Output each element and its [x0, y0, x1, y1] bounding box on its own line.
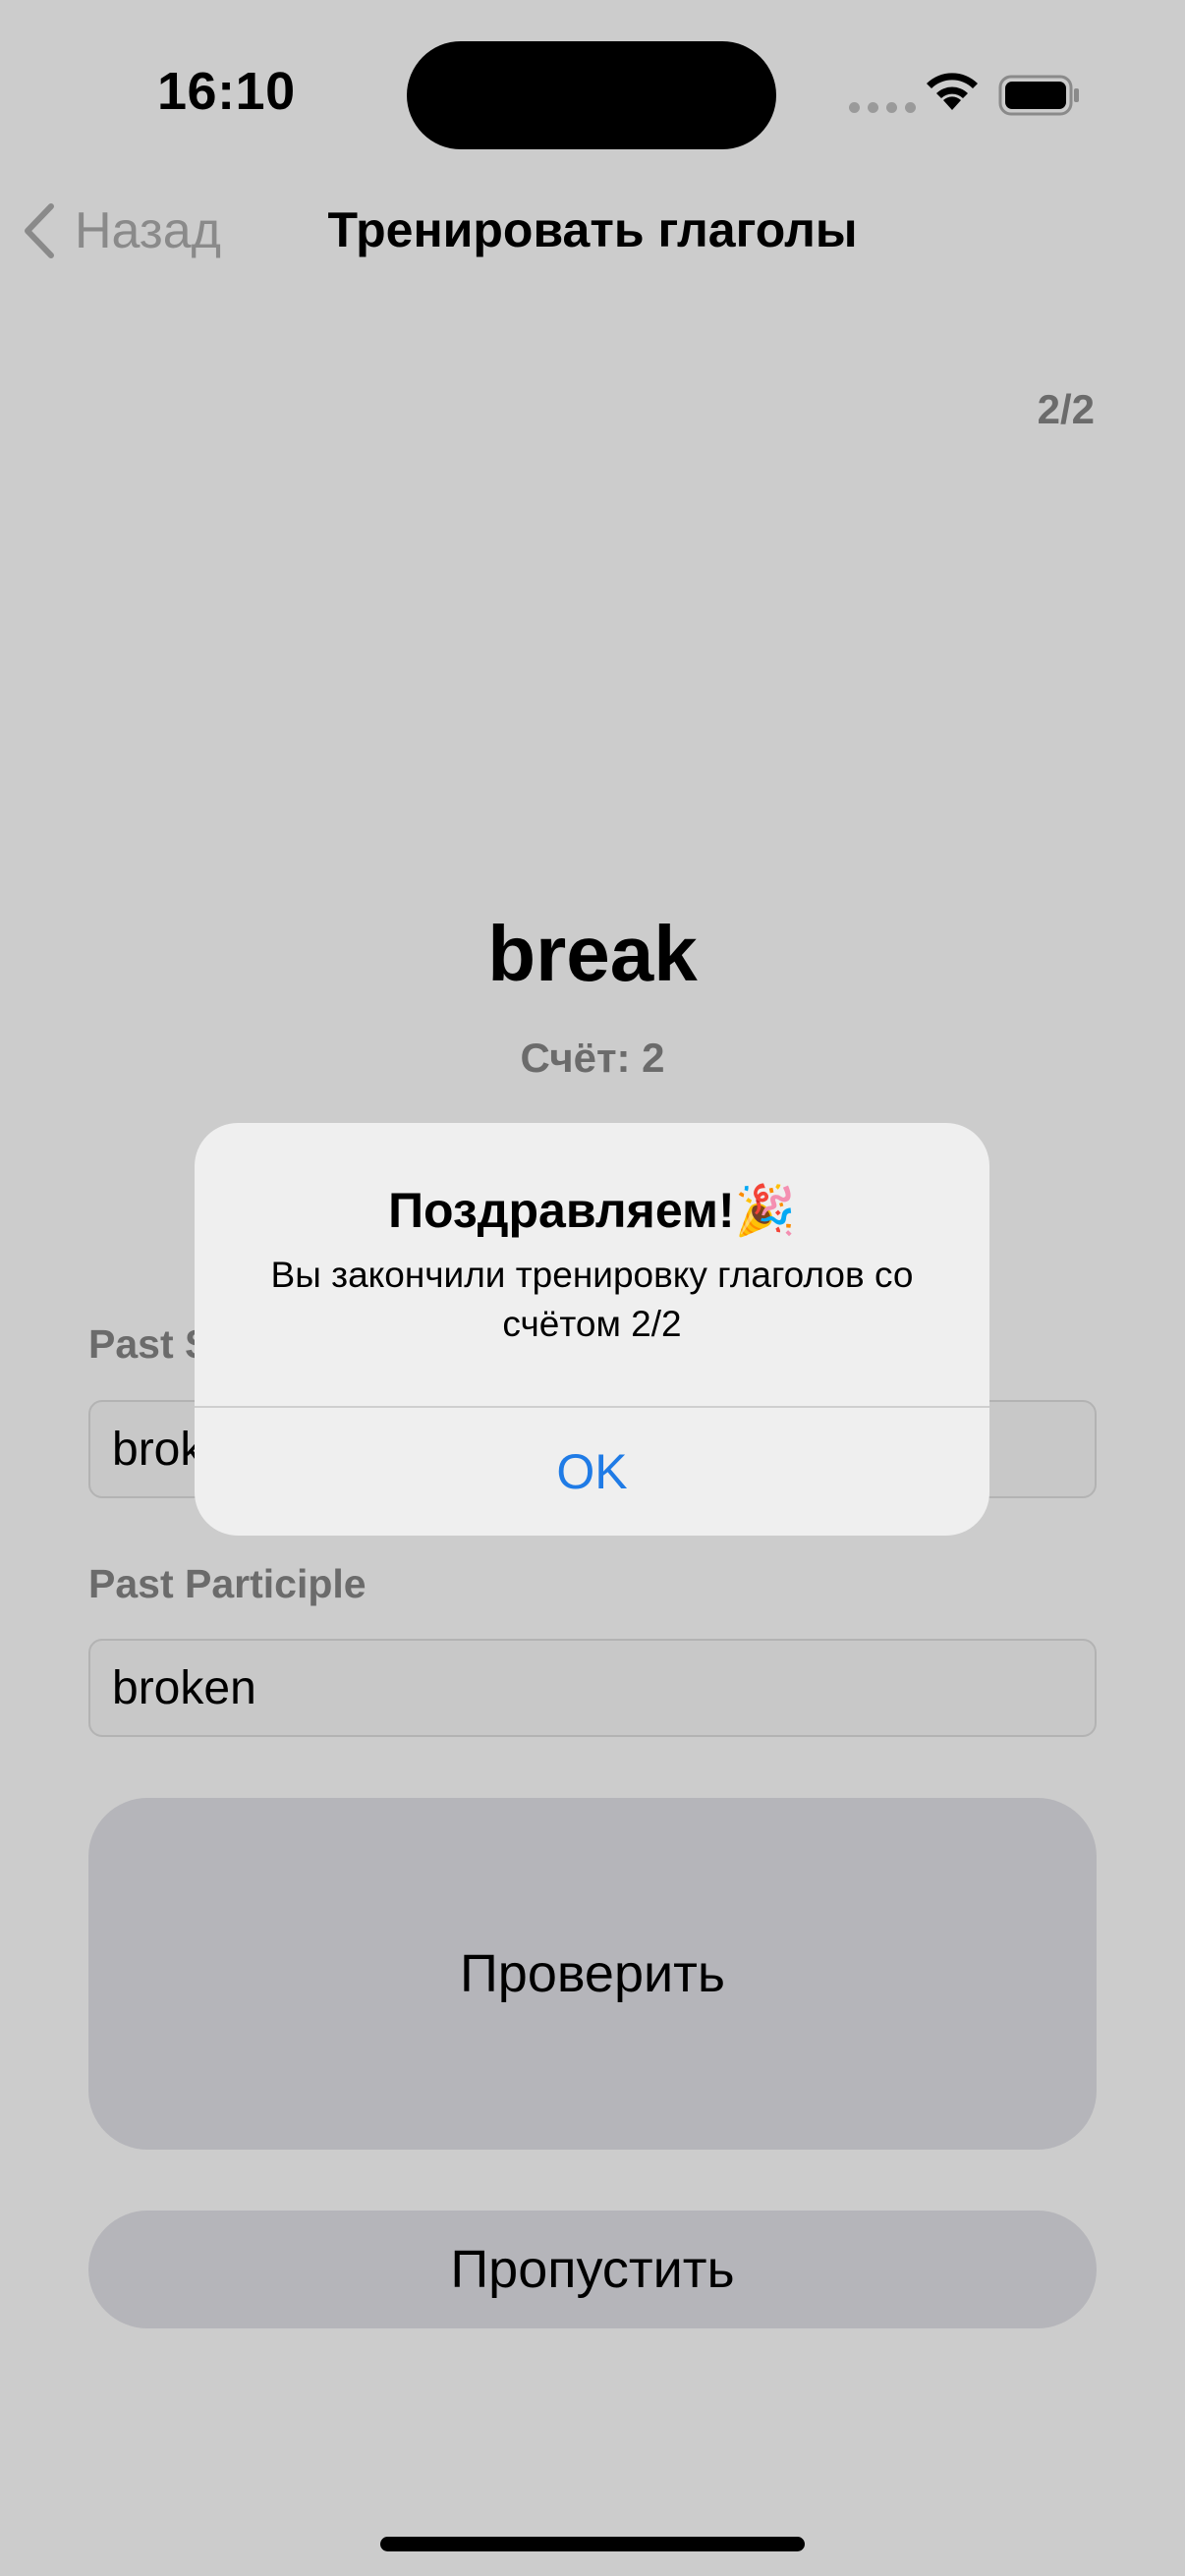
status-time: 16:10	[157, 62, 296, 121]
page-title: Тренировать глаголы	[0, 201, 1185, 258]
alert-message: Вы закончили тренировку глаголов со счёт…	[270, 1255, 914, 1344]
cellular-signal-icon	[849, 102, 916, 113]
alert-ok-label: OK	[556, 1444, 628, 1499]
skip-button-label: Пропустить	[450, 2240, 735, 2299]
verb-word: break	[487, 910, 698, 997]
past-participle-label: Past Participle	[88, 1561, 367, 1606]
past-participle-input[interactable]: broken	[88, 1639, 1097, 1737]
check-button[interactable]: Проверить	[88, 1798, 1097, 2150]
check-button-label: Проверить	[459, 1944, 726, 2003]
alert-ok-button[interactable]: OK	[195, 1408, 989, 1536]
alert-title: Поздравляем!🎉	[388, 1183, 796, 1238]
wifi-icon	[927, 73, 978, 110]
dynamic-island	[407, 41, 776, 149]
score-label: Счёт: 2	[520, 1035, 665, 1081]
progress-counter: 2/2	[1037, 386, 1095, 432]
battery-icon	[998, 75, 1079, 116]
alert-dialog: Поздравляем!🎉 Вы закончили тренировку гл…	[195, 1123, 989, 1536]
skip-button[interactable]: Пропустить	[88, 2211, 1097, 2328]
page-title-text: Тренировать глаголы	[327, 202, 858, 257]
home-indicator	[380, 2537, 805, 2551]
